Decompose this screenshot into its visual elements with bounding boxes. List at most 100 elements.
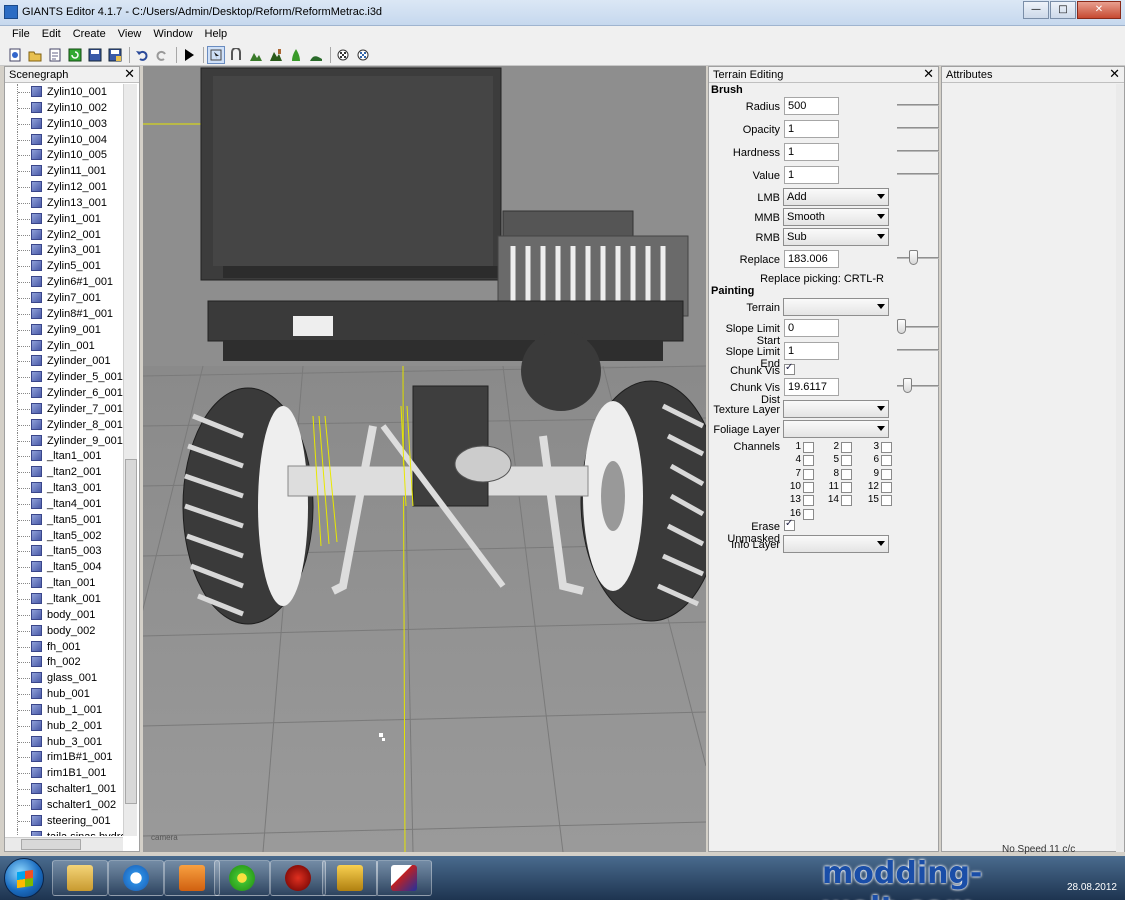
new-icon[interactable] — [6, 46, 24, 64]
scenegraph-item[interactable]: _ltan3_001 — [5, 480, 123, 496]
close-button[interactable]: ✕ — [1077, 1, 1121, 19]
mmb-select[interactable]: Smooth — [783, 208, 889, 226]
scenegraph-item[interactable]: Zylin11_001 — [5, 163, 123, 180]
open-icon[interactable] — [26, 46, 44, 64]
scenegraph-item[interactable]: steering_001 — [5, 812, 123, 829]
scenegraph-item[interactable]: body_001 — [5, 606, 123, 623]
scenegraph-item[interactable]: Zylin13_001 — [5, 194, 123, 211]
value-field[interactable]: 1 — [784, 166, 839, 184]
scenegraph-item[interactable]: hub_2_001 — [5, 717, 123, 734]
scenegraph-item[interactable]: Zylin3_001 — [5, 242, 123, 259]
taskbar-game[interactable] — [270, 860, 326, 896]
scenegraph-item[interactable]: _ltan2_001 — [5, 464, 123, 481]
scenegraph-item[interactable]: _ltank_001 — [5, 591, 123, 607]
scenegraph-item[interactable]: _ltan_001 — [5, 575, 123, 591]
value-slider[interactable] — [897, 173, 939, 175]
menu-window[interactable]: Window — [147, 26, 198, 44]
terrain-paint-icon[interactable] — [267, 46, 285, 64]
terrain-select[interactable] — [783, 298, 889, 316]
slope-limit-end-slider[interactable] — [897, 349, 939, 351]
scenegraph-item[interactable]: schalter1_001 — [5, 781, 123, 797]
erase-unmasked-checkbox[interactable] — [784, 518, 795, 531]
scenegraph-item[interactable]: hub_3_001 — [5, 733, 123, 750]
scenegraph-horizontal-scrollbar[interactable] — [5, 837, 123, 851]
replace-slider[interactable] — [897, 257, 939, 259]
refresh-icon[interactable] — [66, 46, 84, 64]
rmb-select[interactable]: Sub — [783, 228, 889, 246]
terrain-sculpt-icon[interactable] — [247, 46, 265, 64]
terrain-smooth-icon[interactable] — [307, 46, 325, 64]
scenegraph-item[interactable]: glass_001 — [5, 670, 123, 687]
save-icon[interactable] — [86, 46, 104, 64]
reload-icon[interactable] — [46, 46, 64, 64]
scenegraph-item[interactable]: Zylin10_002 — [5, 99, 123, 116]
channel-checkbox[interactable] — [881, 468, 892, 480]
channel-checkbox[interactable] — [803, 442, 814, 453]
attributes-close-icon[interactable]: ✕ — [1109, 67, 1120, 82]
channel-checkbox[interactable] — [881, 481, 892, 493]
taskbar-internet-explorer[interactable] — [108, 860, 164, 896]
channel-checkbox[interactable] — [803, 468, 814, 480]
3d-viewport[interactable]: camera — [143, 66, 706, 852]
scenegraph-item[interactable]: _ltan4_001 — [5, 495, 123, 512]
channel-checkbox[interactable] — [803, 481, 814, 493]
scenegraph-item[interactable]: Zylin12_001 — [5, 179, 123, 195]
select-mode-icon[interactable] — [207, 45, 225, 64]
foliage-layer-select[interactable] — [783, 420, 889, 438]
scenegraph-item[interactable]: Zylinder_7_001 — [5, 400, 123, 417]
replace-field[interactable]: 183.006 — [784, 250, 839, 268]
scenegraph-close-icon[interactable]: ✕ — [124, 67, 135, 82]
taskbar-media-player[interactable] — [164, 860, 220, 896]
start-button[interactable] — [4, 858, 44, 898]
scenegraph-item[interactable]: fh_002 — [5, 654, 123, 671]
scenegraph-item[interactable]: Zylin10_003 — [5, 115, 123, 132]
radius-field[interactable]: 500 — [784, 97, 839, 115]
attributes-scrollbar[interactable] — [1116, 84, 1124, 852]
scenegraph-item[interactable]: _ltan5_001 — [5, 511, 123, 528]
channel-checkbox[interactable] — [803, 455, 814, 467]
scenegraph-item[interactable]: hub_1_001 — [5, 701, 123, 718]
channel-checkbox[interactable] — [841, 481, 852, 493]
menu-create[interactable]: Create — [67, 26, 112, 44]
opacity-field[interactable]: 1 — [784, 120, 839, 138]
scrollbar-thumb[interactable] — [125, 459, 137, 804]
chunk-vis-dist-slider-thumb[interactable] — [903, 378, 912, 393]
menu-edit[interactable]: Edit — [36, 26, 67, 44]
scenegraph-item[interactable]: schalter1_002 — [5, 796, 123, 813]
replace-slider-thumb[interactable] — [909, 250, 918, 265]
taskbar-giants-editor[interactable] — [376, 860, 432, 896]
taskbar-explorer[interactable] — [52, 860, 108, 896]
scenegraph-item[interactable]: taila.sinas.hydro... — [5, 828, 123, 836]
maximize-button[interactable]: □ — [1050, 1, 1076, 19]
info-layer-select[interactable] — [783, 535, 889, 553]
redo-icon[interactable] — [153, 46, 171, 64]
hardness-field[interactable]: 1 — [784, 143, 839, 161]
scenegraph-item[interactable]: rim1B#1_001 — [5, 749, 123, 766]
move-mode-icon[interactable] — [227, 46, 245, 64]
scenegraph-item[interactable]: Zylin8#1_001 — [5, 305, 123, 322]
chunk-vis-dist-field[interactable]: 19.6117 — [784, 378, 839, 396]
scenegraph-item[interactable]: fh_001 — [5, 638, 123, 655]
scenegraph-item[interactable]: Zylin10_005 — [5, 147, 123, 164]
scenegraph-item[interactable]: Zylin5_001 — [5, 258, 123, 275]
slope-limit-end-field[interactable]: 1 — [784, 342, 839, 360]
scenegraph-item[interactable]: Zylin6#1_001 — [5, 274, 123, 290]
hardness-slider[interactable] — [897, 150, 939, 152]
lmb-select[interactable]: Add — [783, 188, 889, 206]
channel-checkbox[interactable] — [881, 455, 892, 467]
undo-icon[interactable] — [133, 46, 151, 64]
scenegraph-item[interactable]: Zylinder_6_001 — [5, 385, 123, 401]
scenegraph-item[interactable]: hub_001 — [5, 686, 123, 702]
scenegraph-item[interactable]: Zylinder_5_001 — [5, 369, 123, 386]
menu-file[interactable]: File — [6, 26, 36, 44]
menu-help[interactable]: Help — [199, 26, 234, 44]
save-as-icon[interactable] — [106, 46, 124, 64]
channel-checkbox[interactable] — [841, 442, 852, 453]
scrollbar-thumb[interactable] — [21, 839, 81, 850]
channel-checkbox[interactable] — [881, 495, 892, 507]
scenegraph-item[interactable]: Zylinder_8_001 — [5, 416, 123, 433]
slope-limit-start-slider-thumb[interactable] — [897, 319, 906, 334]
scenegraph-item[interactable]: Zylin10_004 — [5, 131, 123, 148]
minimize-button[interactable]: — — [1023, 1, 1049, 19]
play-icon[interactable] — [180, 46, 198, 64]
